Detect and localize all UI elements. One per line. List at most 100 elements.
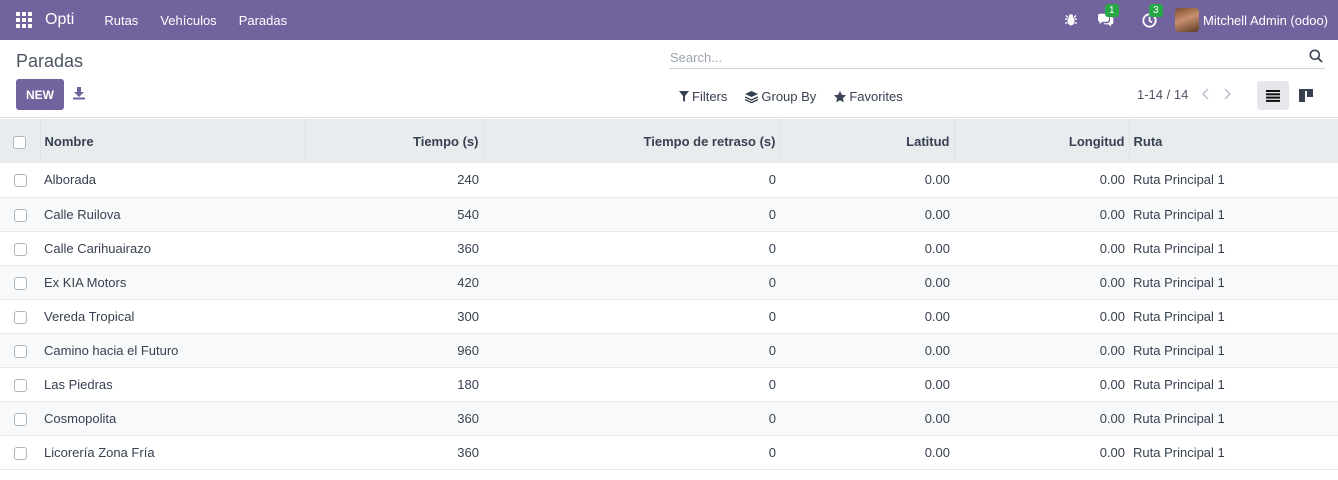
cell-tiempo: 360 — [457, 240, 479, 256]
menu-item-paradas[interactable]: Paradas — [228, 13, 298, 28]
row-checkbox[interactable] — [13, 378, 27, 392]
row-select-cell — [0, 435, 40, 469]
cell-latitud: 0.00 — [924, 240, 950, 256]
cell-tiempo: 360 — [457, 410, 479, 426]
cell-retraso: 0 — [768, 274, 776, 290]
favorites-button[interactable]: Favorites — [834, 89, 903, 104]
table-header: Nombre Tiempo (s) Tiempo de retraso (s) … — [0, 119, 1338, 163]
cell-retraso: 0 — [768, 342, 776, 358]
row-checkbox[interactable] — [13, 242, 27, 256]
cell-longitud: 0.00 — [1099, 410, 1125, 426]
column-header-latitud[interactable]: Latitud — [780, 119, 955, 163]
menu-item-rutas[interactable]: Rutas — [93, 13, 149, 28]
table-row[interactable]: Las Piedras 180 0 0.00 0.00 Ruta Princip… — [0, 367, 1338, 401]
cell-tiempo: 540 — [457, 206, 479, 222]
column-header-tiempo[interactable]: Tiempo (s) — [305, 119, 484, 163]
user-name[interactable]: Mitchell Admin (odoo) — [1203, 13, 1328, 28]
column-header-ruta[interactable]: Ruta — [1129, 119, 1338, 163]
cell-longitud: 0.00 — [1099, 342, 1125, 358]
download-icon[interactable] — [72, 86, 88, 102]
row-checkbox[interactable] — [13, 276, 27, 290]
cell-tiempo: 360 — [457, 444, 479, 460]
cell-ruta: Ruta Principal 1 — [1133, 308, 1225, 324]
cell-longitud: 0.00 — [1099, 274, 1125, 290]
list-icon — [1266, 89, 1280, 102]
table-row[interactable]: Cosmopolita 360 0 0.00 0.00 Ruta Princip… — [0, 401, 1338, 435]
cell-longitud: 0.00 — [1099, 376, 1125, 392]
stops-list: Nombre Tiempo (s) Tiempo de retraso (s) … — [0, 119, 1338, 470]
cell-tiempo: 180 — [457, 376, 479, 392]
new-button[interactable]: NEW — [16, 79, 64, 110]
chevron-right-icon[interactable] — [1222, 87, 1234, 103]
layers-icon — [745, 90, 759, 103]
cell-ruta: Ruta Principal 1 — [1133, 206, 1225, 222]
top-navbar: Opti Rutas Vehículos Paradas 1 3 Mitchel… — [0, 0, 1338, 40]
table-row[interactable]: Ex KIA Motors 420 0 0.00 0.00 Ruta Princ… — [0, 265, 1338, 299]
row-checkbox[interactable] — [13, 174, 27, 188]
cell-nombre: Calle Carihuairazo — [44, 240, 151, 256]
cell-latitud: 0.00 — [924, 342, 950, 358]
cell-nombre: Las Piedras — [44, 376, 113, 392]
row-select-cell — [0, 333, 40, 367]
row-checkbox[interactable] — [13, 446, 27, 460]
search-panel-toggles: Filters Group By Favorites — [679, 89, 921, 104]
table-row[interactable]: Licorería Zona Fría 360 0 0.00 0.00 Ruta… — [0, 435, 1338, 469]
bug-icon[interactable] — [1061, 10, 1081, 30]
row-select-cell — [0, 367, 40, 401]
row-select-cell — [0, 163, 40, 197]
pager-value[interactable]: 1-14 / 14 — [1137, 87, 1188, 102]
cell-nombre: Vereda Tropical — [44, 308, 135, 324]
column-header-nombre[interactable]: Nombre — [40, 119, 306, 163]
row-checkbox[interactable] — [13, 344, 27, 358]
favorites-label: Favorites — [849, 89, 903, 104]
cell-latitud: 0.00 — [924, 376, 950, 392]
cell-longitud: 0.00 — [1099, 206, 1125, 222]
row-checkbox[interactable] — [13, 310, 27, 324]
app-brand[interactable]: Opti — [45, 11, 74, 29]
cell-retraso: 0 — [768, 206, 776, 222]
search-icon[interactable] — [1309, 49, 1325, 65]
column-header-longitud[interactable]: Longitud — [954, 119, 1130, 163]
column-header-retraso[interactable]: Tiempo de retraso (s) — [483, 119, 781, 163]
cell-latitud: 0.00 — [924, 274, 950, 290]
table-row[interactable]: Calle Ruilova 540 0 0.00 0.00 Ruta Princ… — [0, 197, 1338, 231]
row-checkbox[interactable] — [13, 412, 27, 426]
table-row[interactable]: Camino hacia el Futuro 960 0 0.00 0.00 R… — [0, 333, 1338, 367]
cell-longitud: 0.00 — [1099, 240, 1125, 256]
cell-latitud: 0.00 — [924, 444, 950, 460]
group-by-button[interactable]: Group By — [745, 89, 816, 104]
list-view-button[interactable] — [1257, 81, 1289, 110]
cell-tiempo: 240 — [457, 172, 479, 188]
clock-icon[interactable]: 3 — [1139, 4, 1163, 30]
row-select-cell — [0, 401, 40, 435]
chat-icon[interactable]: 1 — [1095, 4, 1119, 30]
kanban-view-button[interactable] — [1292, 81, 1320, 110]
search-bar — [669, 46, 1325, 69]
cell-ruta: Ruta Principal 1 — [1133, 342, 1225, 358]
row-checkbox[interactable] — [13, 208, 27, 222]
chevron-left-icon[interactable] — [1201, 87, 1213, 103]
messages-badge: 1 — [1105, 4, 1119, 17]
row-select-cell — [0, 265, 40, 299]
avatar[interactable] — [1175, 8, 1199, 32]
cell-retraso: 0 — [768, 240, 776, 256]
select-all-checkbox[interactable] — [13, 135, 27, 149]
table-row[interactable]: Alborada 240 0 0.00 0.00 Ruta Principal … — [0, 163, 1338, 197]
table-body: Alborada 240 0 0.00 0.00 Ruta Principal … — [0, 163, 1338, 469]
apps-grid-icon[interactable] — [16, 12, 32, 28]
search-input[interactable] — [669, 46, 1289, 68]
cell-nombre: Alborada — [44, 172, 97, 188]
table-row[interactable]: Vereda Tropical 300 0 0.00 0.00 Ruta Pri… — [0, 299, 1338, 333]
cell-ruta: Ruta Principal 1 — [1133, 274, 1225, 290]
main-menu: Rutas Vehículos Paradas — [93, 13, 298, 28]
cell-longitud: 0.00 — [1099, 444, 1125, 460]
cell-latitud: 0.00 — [924, 410, 950, 426]
cell-nombre: Calle Ruilova — [44, 206, 121, 222]
row-select-cell — [0, 197, 40, 231]
page-title: Paradas — [16, 51, 84, 71]
table-row[interactable]: Calle Carihuairazo 360 0 0.00 0.00 Ruta … — [0, 231, 1338, 265]
menu-item-vehiculos[interactable]: Vehículos — [149, 13, 227, 28]
cell-ruta: Ruta Principal 1 — [1133, 444, 1225, 460]
filters-button[interactable]: Filters — [679, 89, 727, 104]
kanban-icon — [1299, 89, 1313, 102]
